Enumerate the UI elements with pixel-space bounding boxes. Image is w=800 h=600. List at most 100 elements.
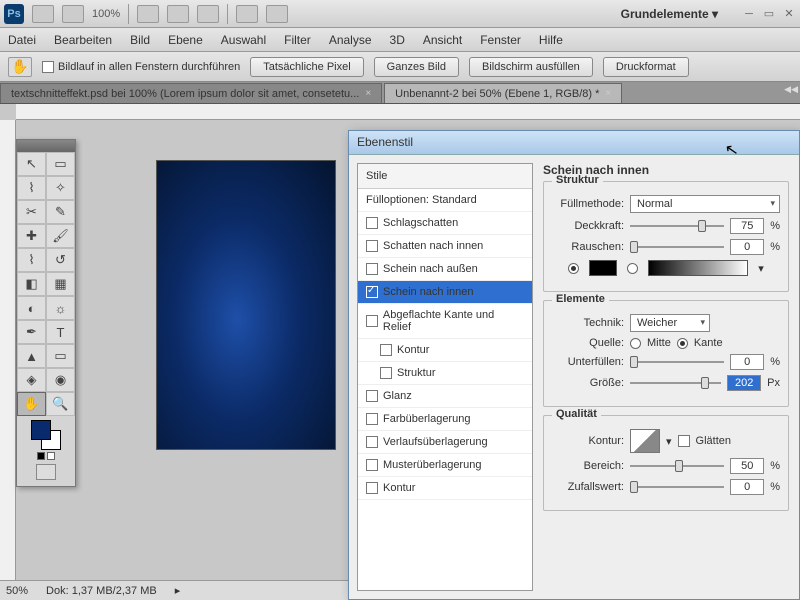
menu-bild[interactable]: Bild	[130, 33, 150, 47]
zoom-level[interactable]: 100%	[92, 8, 120, 20]
fit-screen-button[interactable]: Ganzes Bild	[374, 57, 459, 77]
view-extras-icon[interactable]	[62, 5, 84, 23]
zoom-tool-icon[interactable]	[167, 5, 189, 23]
heal-tool[interactable]: ✚	[17, 224, 46, 248]
menu-filter[interactable]: Filter	[284, 33, 311, 47]
contour-dropdown-icon[interactable]: ▾	[666, 435, 672, 448]
scroll-all-checkbox[interactable]: Bildlauf in allen Fenstern durchführen	[42, 61, 240, 73]
actual-pixels-button[interactable]: Tatsächliche Pixel	[250, 57, 363, 77]
technique-select[interactable]: Weicher	[630, 314, 710, 332]
stamp-tool[interactable]: ⌇	[17, 248, 46, 272]
minimize-icon[interactable]: ─	[742, 7, 756, 21]
style-inner-glow[interactable]: Schein nach innen	[358, 281, 532, 304]
quickmask-button[interactable]	[36, 464, 56, 480]
eraser-tool[interactable]: ◧	[17, 272, 46, 296]
fg-color[interactable]	[31, 420, 51, 440]
color-swatches[interactable]	[31, 420, 61, 450]
gradient-radio[interactable]	[627, 263, 638, 274]
status-zoom[interactable]: 50%	[6, 585, 28, 597]
close-icon[interactable]: ×	[365, 88, 371, 99]
screen-mode-icon[interactable]	[266, 5, 288, 23]
history-brush-tool[interactable]: ↺	[46, 248, 75, 272]
menu-bearbeiten[interactable]: Bearbeiten	[54, 33, 112, 47]
opacity-slider[interactable]	[630, 219, 724, 233]
gradient-dropdown-icon[interactable]: ▾	[758, 262, 764, 275]
noise-slider[interactable]	[630, 240, 724, 254]
hand-tool[interactable]: ✋	[17, 392, 46, 416]
style-bevel[interactable]: Abgeflachte Kante und Relief	[358, 304, 532, 339]
menu-hilfe[interactable]: Hilfe	[539, 33, 563, 47]
jitter-slider[interactable]	[630, 480, 724, 494]
tab-doc2[interactable]: Unbenannt-2 bei 50% (Ebene 1, RGB/8) *×	[384, 83, 622, 103]
style-gradient-overlay[interactable]: Verlaufsüberlagerung	[358, 431, 532, 454]
brush-tool[interactable]: 🖌	[46, 224, 75, 248]
path-select-tool[interactable]: ▲	[17, 344, 46, 368]
style-inner-shadow[interactable]: Schatten nach innen	[358, 235, 532, 258]
gradient-tool[interactable]: ▦	[46, 272, 75, 296]
source-center-radio[interactable]	[630, 338, 641, 349]
workspace-selector[interactable]: Grundelemente ▾	[613, 3, 726, 25]
choke-input[interactable]: 0	[730, 354, 764, 370]
pen-tool[interactable]: ✒	[17, 320, 46, 344]
range-slider[interactable]	[630, 459, 724, 473]
menu-ebene[interactable]: Ebene	[168, 33, 203, 47]
type-tool[interactable]: T	[46, 320, 75, 344]
arrange-docs-icon[interactable]	[236, 5, 258, 23]
contour-picker[interactable]	[630, 429, 660, 453]
menu-analyse[interactable]: Analyse	[329, 33, 372, 47]
glow-color[interactable]	[589, 260, 617, 276]
range-input[interactable]: 50	[730, 458, 764, 474]
active-tool-icon[interactable]: ✋	[8, 57, 32, 77]
menu-fenster[interactable]: Fenster	[480, 33, 521, 47]
style-bevel-texture[interactable]: Struktur	[358, 362, 532, 385]
choke-slider[interactable]	[630, 355, 724, 369]
noise-input[interactable]: 0	[730, 239, 764, 255]
status-doc-size[interactable]: Dok: 1,37 MB/2,37 MB	[46, 585, 157, 597]
move-tool[interactable]: ↖	[17, 152, 46, 176]
crop-tool[interactable]: ✂	[17, 200, 46, 224]
wand-tool[interactable]: ✧	[46, 176, 75, 200]
menu-ansicht[interactable]: Ansicht	[423, 33, 462, 47]
shape-tool[interactable]: ▭	[46, 344, 75, 368]
style-bevel-contour[interactable]: Kontur	[358, 339, 532, 362]
source-edge-radio[interactable]	[677, 338, 688, 349]
print-size-button[interactable]: Druckformat	[603, 57, 689, 77]
close-icon[interactable]: ✕	[782, 7, 796, 21]
menu-datei[interactable]: Datei	[8, 33, 36, 47]
status-arrow-icon[interactable]: ▸	[175, 584, 181, 597]
style-pattern-overlay[interactable]: Musterüberlagerung	[358, 454, 532, 477]
menu-auswahl[interactable]: Auswahl	[221, 33, 266, 47]
glow-gradient[interactable]	[648, 260, 748, 276]
size-input[interactable]: 202	[727, 375, 761, 391]
jitter-input[interactable]: 0	[730, 479, 764, 495]
blur-tool[interactable]: ◐	[17, 296, 46, 320]
maximize-icon[interactable]: ▭	[762, 7, 776, 21]
document-canvas[interactable]	[156, 160, 336, 450]
3d-tool[interactable]: ◈	[17, 368, 46, 392]
opacity-input[interactable]: 75	[730, 218, 764, 234]
blendmode-select[interactable]: Normal	[630, 195, 780, 213]
zoom-tool[interactable]: 🔍	[46, 392, 75, 416]
style-color-overlay[interactable]: Farbüberlagerung	[358, 408, 532, 431]
hand-tool-icon[interactable]	[137, 5, 159, 23]
style-satin[interactable]: Glanz	[358, 385, 532, 408]
color-radio[interactable]	[568, 263, 579, 274]
style-outer-glow[interactable]: Schein nach außen	[358, 258, 532, 281]
style-drop-shadow[interactable]: Schlagschatten	[358, 212, 532, 235]
rotate-view-icon[interactable]	[197, 5, 219, 23]
menu-3d[interactable]: 3D	[390, 33, 405, 47]
fill-screen-button[interactable]: Bildschirm ausfüllen	[469, 57, 593, 77]
dodge-tool[interactable]: ☼	[46, 296, 75, 320]
eyedropper-tool[interactable]: ✎	[46, 200, 75, 224]
tab-overflow-icon[interactable]: ◀◀	[784, 84, 798, 95]
antialias-checkbox[interactable]	[678, 435, 690, 447]
style-stroke[interactable]: Kontur	[358, 477, 532, 500]
marquee-tool[interactable]: ▭	[46, 152, 75, 176]
blend-options[interactable]: Fülloptionen: Standard	[358, 189, 532, 212]
lasso-tool[interactable]: ⌇	[17, 176, 46, 200]
3d-camera-tool[interactable]: ◉	[46, 368, 75, 392]
close-icon[interactable]: ×	[605, 88, 611, 99]
styles-header[interactable]: Stile	[358, 164, 532, 189]
toolbox-header[interactable]	[17, 140, 75, 152]
bridge-icon[interactable]	[32, 5, 54, 23]
